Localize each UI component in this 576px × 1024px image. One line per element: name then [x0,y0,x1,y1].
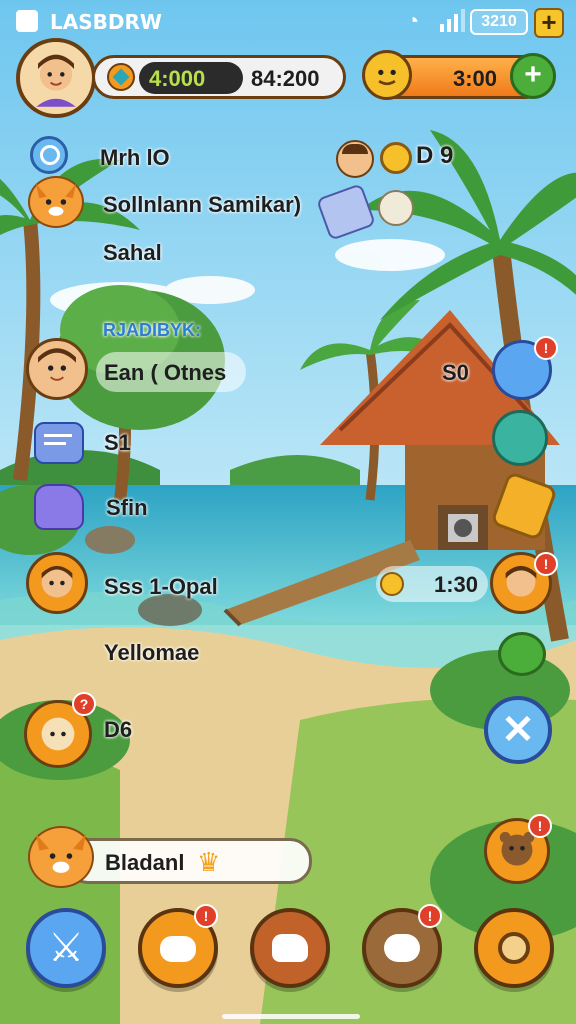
side-item-label[interactable]: Sss 1-Opal [104,574,218,600]
side-item-label[interactable]: D6 [104,717,132,743]
resource-gem-icon [107,63,135,91]
close-icon: ✕ [501,708,535,752]
nav-settings-button[interactable] [474,908,554,988]
notification-badge: ! [534,336,558,360]
plus-icon: + [524,58,542,91]
add-button[interactable]: + [534,8,564,38]
fox-avatar-icon [28,826,94,888]
notification-badge: ! [194,904,218,928]
wolf-icon [272,934,308,962]
chat-icon[interactable] [34,422,84,464]
status-bar: LASBDRW ◔ 3210 + [0,0,576,44]
nav-wolf-button[interactable] [250,908,330,988]
wifi-icon: ◔ [406,8,420,33]
leaf-button[interactable] [492,410,548,466]
nav-battle-button[interactable]: ⚔ [26,908,106,988]
side-item-label: Ean ( Otnes [104,360,227,385]
signal-icon [440,8,466,37]
timer-mascot-icon [362,50,412,100]
section-heading: RJADIBYK: [103,320,202,340]
resource-value-box: 4:000 [139,62,243,94]
side-item-label[interactable]: Sollnlann Samikar) [103,192,301,218]
side-item-label[interactable]: Sahal [103,240,162,266]
player-head-icon [336,140,374,178]
shield-icon [498,932,530,964]
close-button[interactable]: ✕ [484,696,552,764]
notification-badge: ! [528,814,552,838]
fox-icon [28,176,84,228]
friend-avatar-icon [26,552,88,614]
plus-icon: + [541,7,557,37]
coin-counter: 1:30 [376,566,488,602]
cat-icon [160,936,196,962]
slime-button[interactable] [498,632,546,676]
coin-label: D 9 [416,142,454,169]
side-item-pill[interactable]: Ean ( Otnes [96,352,246,392]
side-item-label[interactable]: Sfin [106,495,148,521]
crown-icon: ♛ [197,847,221,877]
bird-icon[interactable] [378,190,414,226]
carrier-label: LASBDRW [50,10,162,34]
home-indicator [222,1014,360,1019]
timer-value: 3:00 [453,66,498,91]
friend-avatar-icon [26,338,88,400]
resource-value: 4:000 [149,66,206,91]
coin-icon [380,142,412,174]
right-value: 1:30 [434,572,479,597]
chat-bar[interactable]: Bladanl ♛ [66,838,312,884]
notification-badge: ! [534,552,558,576]
notification-badge: ? [72,692,96,716]
right-value: S0 [442,360,469,385]
dolphin-icon[interactable] [34,484,84,530]
search-icon [40,145,60,165]
chat-text: Bladanl [105,850,185,875]
dog-icon [384,934,420,962]
timer-add-button[interactable]: + [510,53,556,99]
side-item-label[interactable]: Mrh lO [100,145,170,171]
sword-icon: ⚔ [48,926,84,970]
notification-badge: ! [418,904,442,928]
search-button[interactable] [30,136,68,174]
player-avatar[interactable] [16,38,96,118]
resource-bar: 4:000 84:200 [92,55,346,99]
battery-text: 3210 [481,13,517,30]
side-item-label[interactable]: S1 [104,430,131,456]
coin-icon [380,572,404,596]
battery-indicator: 3210 [470,9,528,35]
app-logo-icon [16,10,38,32]
side-item-label[interactable]: Yellomae [104,640,199,666]
player-face-icon [36,54,76,107]
resource-secondary: 84:200 [251,66,320,91]
